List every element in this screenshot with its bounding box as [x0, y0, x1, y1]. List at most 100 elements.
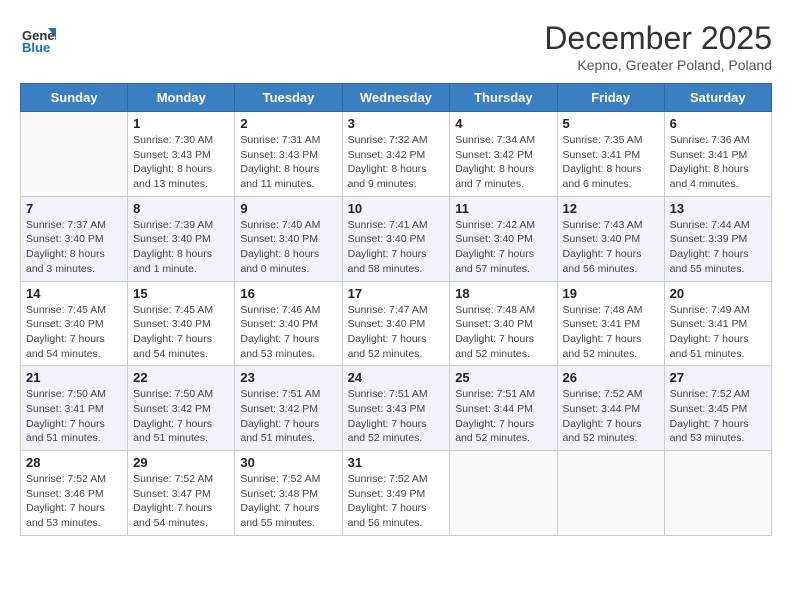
calendar-cell: 21 Sunrise: 7:50 AM Sunset: 3:41 PM Dayli…: [21, 366, 128, 451]
day-number: 31: [348, 455, 445, 470]
day-info: Sunrise: 7:42 AM Sunset: 3:40 PM Dayligh…: [455, 218, 551, 277]
location-subtitle: Kepno, Greater Poland, Poland: [544, 57, 772, 73]
calendar-cell: 15Sunrise: 7:45 AM Sunset: 3:40 PM Dayli…: [128, 281, 235, 366]
day-number: 12: [563, 201, 659, 216]
day-number: 21: [26, 370, 122, 385]
day-number: 9: [240, 201, 336, 216]
day-info: Sunrise: 7:37 AM Sunset: 3:40 PM Dayligh…: [26, 218, 122, 277]
calendar-cell: 27Sunrise: 7:52 AM Sunset: 3:45 PM Dayli…: [664, 366, 771, 451]
weekday-monday: Monday: [128, 84, 235, 112]
calendar-cell: 22 Sunrise: 7:50 AM Sunset: 3:42 PM Dayli…: [128, 366, 235, 451]
day-number: 10: [348, 201, 445, 216]
day-number: 17: [348, 286, 445, 301]
calendar-cell: [557, 451, 664, 536]
day-info: Sunrise: 7:52 AM Sunset: 3:48 PM Dayligh…: [240, 472, 336, 531]
day-number: 24: [348, 370, 445, 385]
day-number: 7: [26, 201, 122, 216]
calendar-cell: 11Sunrise: 7:42 AM Sunset: 3:40 PM Dayli…: [450, 196, 557, 281]
day-number: 3: [348, 116, 445, 131]
calendar-cell: 17Sunrise: 7:47 AM Sunset: 3:40 PM Dayli…: [342, 281, 450, 366]
calendar-cell: 31 Sunrise: 7:52 AM Sunset: 3:49 PM Dayli…: [342, 451, 450, 536]
day-number: 6: [670, 116, 766, 131]
calendar-cell: 20 Sunrise: 7:49 AM Sunset: 3:41 PM Dayli…: [664, 281, 771, 366]
day-number: 1: [133, 116, 229, 131]
day-info: Sunrise: 7:51 AM Sunset: 3:42 PM Dayligh…: [240, 387, 336, 446]
day-info: Sunrise: 7:52 AM Sunset: 3:49 PM Dayligh…: [348, 472, 445, 531]
page-header: General Blue December 2025 Kepno, Greate…: [20, 20, 772, 73]
day-info: Sunrise: 7:51 AM Sunset: 3:44 PM Dayligh…: [455, 387, 551, 446]
day-number: 16: [240, 286, 336, 301]
calendar-cell: 29 Sunrise: 7:52 AM Sunset: 3:47 PM Dayli…: [128, 451, 235, 536]
weekday-saturday: Saturday: [664, 84, 771, 112]
day-number: 14: [26, 286, 122, 301]
weekday-header-row: SundayMondayTuesdayWednesdayThursdayFrid…: [21, 84, 772, 112]
day-number: 28: [26, 455, 122, 470]
calendar-cell: 3 Sunrise: 7:32 AM Sunset: 3:42 PM Daylig…: [342, 112, 450, 197]
day-info: Sunrise: 7:41 AM Sunset: 3:40 PM Dayligh…: [348, 218, 445, 277]
day-info: Sunrise: 7:45 AM Sunset: 3:40 PM Dayligh…: [26, 303, 122, 362]
calendar-cell: 26 Sunrise: 7:52 AM Sunset: 3:44 PM Dayli…: [557, 366, 664, 451]
day-info: Sunrise: 7:50 AM Sunset: 3:41 PM Dayligh…: [26, 387, 122, 446]
calendar-cell: 14 Sunrise: 7:45 AM Sunset: 3:40 PM Dayli…: [21, 281, 128, 366]
day-info: Sunrise: 7:51 AM Sunset: 3:43 PM Dayligh…: [348, 387, 445, 446]
calendar-cell: 24 Sunrise: 7:51 AM Sunset: 3:43 PM Dayli…: [342, 366, 450, 451]
weekday-sunday: Sunday: [21, 84, 128, 112]
calendar-cell: 30 Sunrise: 7:52 AM Sunset: 3:48 PM Dayli…: [235, 451, 342, 536]
day-info: Sunrise: 7:39 AM Sunset: 3:40 PM Dayligh…: [133, 218, 229, 277]
calendar-cell: 28 Sunrise: 7:52 AM Sunset: 3:46 PM Dayli…: [21, 451, 128, 536]
calendar-cell: 1Sunrise: 7:30 AM Sunset: 3:43 PM Daylig…: [128, 112, 235, 197]
calendar-cell: 12 Sunrise: 7:43 AM Sunset: 3:40 PM Dayli…: [557, 196, 664, 281]
calendar-cell: 2Sunrise: 7:31 AM Sunset: 3:43 PM Daylig…: [235, 112, 342, 197]
calendar-cell: 8 Sunrise: 7:39 AM Sunset: 3:40 PM Daylig…: [128, 196, 235, 281]
svg-text:Blue: Blue: [22, 40, 50, 55]
day-number: 4: [455, 116, 551, 131]
calendar-cell: 10 Sunrise: 7:41 AM Sunset: 3:40 PM Dayli…: [342, 196, 450, 281]
calendar-cell: 19 Sunrise: 7:48 AM Sunset: 3:41 PM Dayli…: [557, 281, 664, 366]
day-number: 15: [133, 286, 229, 301]
day-info: Sunrise: 7:49 AM Sunset: 3:41 PM Dayligh…: [670, 303, 766, 362]
calendar-cell: 18 Sunrise: 7:48 AM Sunset: 3:40 PM Dayli…: [450, 281, 557, 366]
calendar-week-3: 14 Sunrise: 7:45 AM Sunset: 3:40 PM Dayli…: [21, 281, 772, 366]
day-info: Sunrise: 7:52 AM Sunset: 3:46 PM Dayligh…: [26, 472, 122, 531]
day-number: 22: [133, 370, 229, 385]
day-info: Sunrise: 7:32 AM Sunset: 3:42 PM Dayligh…: [348, 133, 445, 192]
day-info: Sunrise: 7:34 AM Sunset: 3:42 PM Dayligh…: [455, 133, 551, 192]
day-number: 8: [133, 201, 229, 216]
day-info: Sunrise: 7:52 AM Sunset: 3:44 PM Dayligh…: [563, 387, 659, 446]
day-number: 29: [133, 455, 229, 470]
calendar-cell: 5Sunrise: 7:35 AM Sunset: 3:41 PM Daylig…: [557, 112, 664, 197]
day-number: 23: [240, 370, 336, 385]
logo: General Blue: [20, 20, 60, 56]
calendar-table: SundayMondayTuesdayWednesdayThursdayFrid…: [20, 83, 772, 536]
calendar-cell: 13Sunrise: 7:44 AM Sunset: 3:39 PM Dayli…: [664, 196, 771, 281]
day-info: Sunrise: 7:31 AM Sunset: 3:43 PM Dayligh…: [240, 133, 336, 192]
day-info: Sunrise: 7:48 AM Sunset: 3:40 PM Dayligh…: [455, 303, 551, 362]
calendar-cell: 7 Sunrise: 7:37 AM Sunset: 3:40 PM Daylig…: [21, 196, 128, 281]
weekday-tuesday: Tuesday: [235, 84, 342, 112]
day-number: 26: [563, 370, 659, 385]
calendar-cell: 4 Sunrise: 7:34 AM Sunset: 3:42 PM Daylig…: [450, 112, 557, 197]
day-info: Sunrise: 7:48 AM Sunset: 3:41 PM Dayligh…: [563, 303, 659, 362]
day-info: Sunrise: 7:46 AM Sunset: 3:40 PM Dayligh…: [240, 303, 336, 362]
calendar-cell: [664, 451, 771, 536]
day-info: Sunrise: 7:52 AM Sunset: 3:47 PM Dayligh…: [133, 472, 229, 531]
calendar-cell: [450, 451, 557, 536]
day-number: 25: [455, 370, 551, 385]
day-number: 19: [563, 286, 659, 301]
day-info: Sunrise: 7:36 AM Sunset: 3:41 PM Dayligh…: [670, 133, 766, 192]
day-info: Sunrise: 7:50 AM Sunset: 3:42 PM Dayligh…: [133, 387, 229, 446]
calendar-cell: 23 Sunrise: 7:51 AM Sunset: 3:42 PM Dayli…: [235, 366, 342, 451]
day-info: Sunrise: 7:43 AM Sunset: 3:40 PM Dayligh…: [563, 218, 659, 277]
day-number: 30: [240, 455, 336, 470]
calendar-cell: 25 Sunrise: 7:51 AM Sunset: 3:44 PM Dayli…: [450, 366, 557, 451]
calendar-cell: [21, 112, 128, 197]
day-number: 20: [670, 286, 766, 301]
day-number: 18: [455, 286, 551, 301]
calendar-week-4: 21 Sunrise: 7:50 AM Sunset: 3:41 PM Dayli…: [21, 366, 772, 451]
calendar-body: 1Sunrise: 7:30 AM Sunset: 3:43 PM Daylig…: [21, 112, 772, 536]
day-info: Sunrise: 7:35 AM Sunset: 3:41 PM Dayligh…: [563, 133, 659, 192]
day-info: Sunrise: 7:44 AM Sunset: 3:39 PM Dayligh…: [670, 218, 766, 277]
title-area: December 2025 Kepno, Greater Poland, Pol…: [544, 20, 772, 73]
calendar-week-1: 1Sunrise: 7:30 AM Sunset: 3:43 PM Daylig…: [21, 112, 772, 197]
month-title: December 2025: [544, 20, 772, 57]
